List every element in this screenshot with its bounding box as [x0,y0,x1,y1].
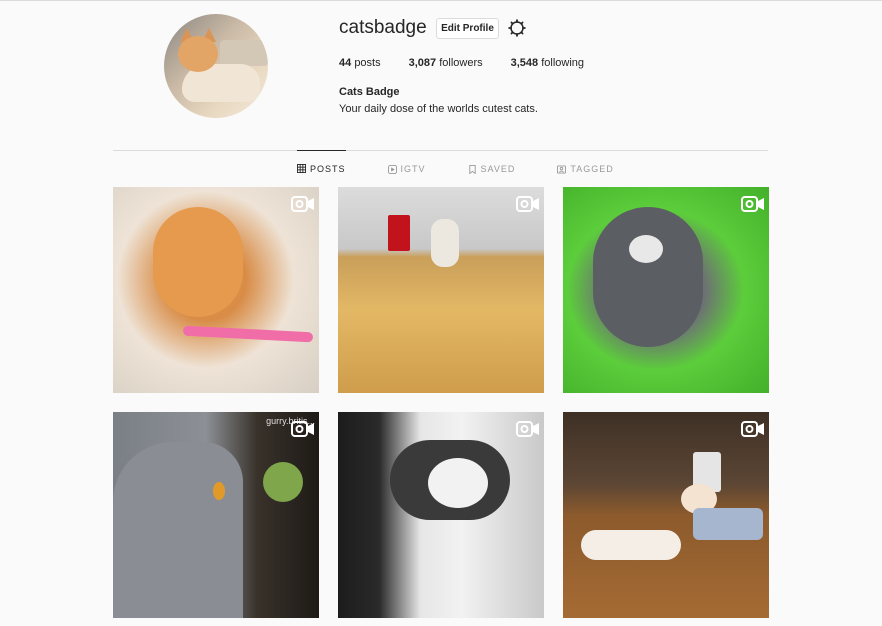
cat-eye-shape [213,482,225,500]
igtv-icon [387,164,397,174]
cat-lying-shape [581,530,681,560]
kitten-shape [153,207,243,317]
tab-saved[interactable]: SAVED [468,151,516,187]
tag-icon [557,164,567,174]
stat-following[interactable]: 3,548 following [511,57,584,69]
stat-followers[interactable]: 3,087 followers [409,57,483,69]
profile-tabs: POSTS IGTV SAVED TAGGED [297,150,656,187]
video-camera-icon [516,196,539,212]
post-tile[interactable] [338,412,544,618]
profile-avatar[interactable] [164,14,268,118]
video-camera-icon [741,196,764,212]
stat-posts: 44 posts [339,57,381,69]
tab-igtv[interactable]: IGTV [387,151,426,187]
toothbrush-shape [182,325,314,343]
video-camera-icon [516,421,539,437]
red-bin-shape [388,215,410,251]
profile-username: catsbadge [339,17,427,38]
grid-icon [297,164,306,173]
video-camera-icon [291,196,314,212]
avatar-cat-head [178,36,218,72]
edit-profile-button[interactable]: Edit Profile [436,18,499,39]
post-tile[interactable] [563,412,769,618]
profile-full-name: Cats Badge [339,86,400,98]
video-camera-icon [291,421,314,437]
post-tile[interactable] [338,187,544,393]
post-tile[interactable] [113,187,319,393]
post-tile[interactable] [563,187,769,393]
profile-bio: Your daily dose of the worlds cutest cat… [339,103,538,115]
plant-shape [263,462,303,502]
avatar-basket [220,40,268,66]
profile-stats: 44 posts 3,087 followers 3,548 following [339,57,612,69]
settings-gear-icon[interactable] [508,19,526,37]
kitten-shape [593,207,703,347]
cat-shape [431,219,459,267]
video-camera-icon [741,421,764,437]
posts-grid: gurry.britis... [113,187,769,618]
bookmark-icon [468,164,476,174]
tab-posts[interactable]: POSTS [297,150,346,186]
cat-face-shape [428,458,488,508]
tab-tagged[interactable]: TAGGED [557,151,613,187]
kitten-face-shape [629,235,663,263]
cat-shape [113,442,243,618]
post-tile[interactable]: gurry.britis... [113,412,319,618]
towel-shape [693,508,763,540]
